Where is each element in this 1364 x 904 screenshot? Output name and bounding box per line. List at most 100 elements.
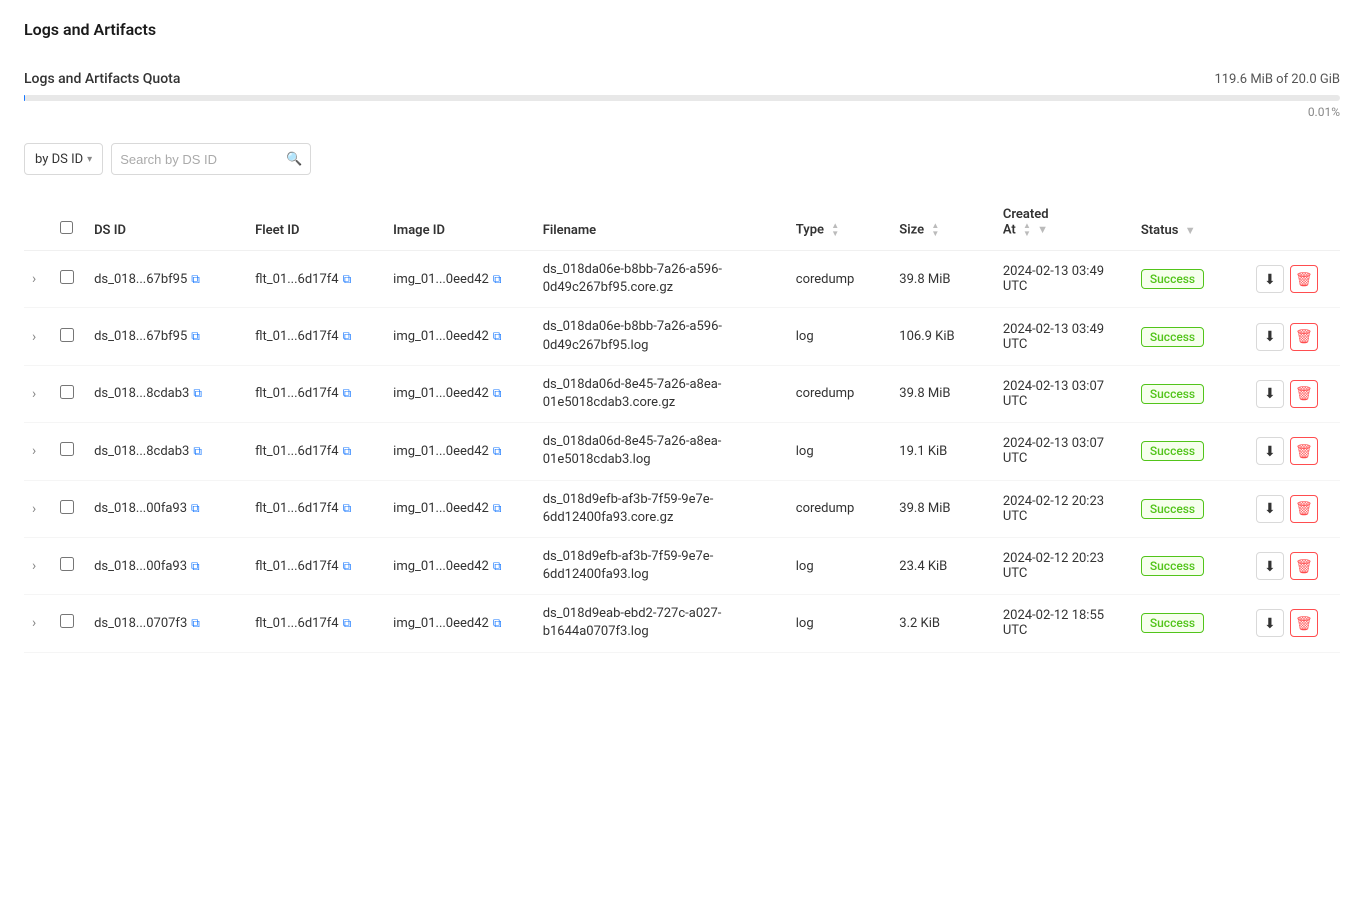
- dsid-value: ds_018...67bf95: [94, 272, 187, 287]
- dsid-external-link-icon[interactable]: ⧉: [191, 616, 200, 631]
- delete-button[interactable]: 🗑: [1290, 380, 1318, 408]
- th-dsid: DS ID: [86, 195, 247, 251]
- download-button[interactable]: ⬇: [1256, 265, 1284, 293]
- download-button[interactable]: ⬇: [1256, 380, 1284, 408]
- size-value: 3.2 KiB: [899, 616, 940, 631]
- imageid-external-link-icon[interactable]: ⧉: [493, 501, 502, 516]
- delete-button[interactable]: 🗑: [1290, 437, 1318, 465]
- row-expander[interactable]: ›: [24, 480, 52, 537]
- row-expander[interactable]: ›: [24, 308, 52, 365]
- dsid-external-link-icon[interactable]: ⧉: [191, 329, 200, 344]
- row-expander[interactable]: ›: [24, 537, 52, 594]
- delete-button[interactable]: 🗑: [1290, 609, 1318, 637]
- row-type: log: [788, 595, 892, 652]
- table-row: › ds_018...67bf95 ⧉ flt_01...6d17f4 ⧉ im…: [24, 251, 1340, 308]
- download-button[interactable]: ⬇: [1256, 609, 1284, 637]
- filename-value: ds_018da06d-8e45-7a26-a8ea-01e5018cdab3.…: [543, 434, 722, 467]
- status-filter-icon[interactable]: ▼: [1185, 224, 1196, 237]
- delete-button[interactable]: 🗑: [1290, 323, 1318, 351]
- created-filter-icon[interactable]: ▼: [1037, 223, 1048, 236]
- fleetid-external-link-icon[interactable]: ⧉: [343, 559, 352, 574]
- row-checkbox-cell: [52, 423, 87, 480]
- download-button[interactable]: ⬇: [1256, 552, 1284, 580]
- row-checkbox[interactable]: [60, 442, 74, 456]
- delete-button[interactable]: 🗑: [1290, 552, 1318, 580]
- imageid-external-link-icon[interactable]: ⧉: [493, 329, 502, 344]
- row-status: Success: [1133, 308, 1248, 365]
- row-expander[interactable]: ›: [24, 595, 52, 652]
- download-button[interactable]: ⬇: [1256, 437, 1284, 465]
- row-status: Success: [1133, 423, 1248, 480]
- fleetid-external-link-icon[interactable]: ⧉: [343, 616, 352, 631]
- filename-value: ds_018d9efb-af3b-7f59-9e7e-6dd12400fa93.…: [543, 492, 714, 525]
- filename-value: ds_018d9efb-af3b-7f59-9e7e-6dd12400fa93.…: [543, 549, 714, 582]
- th-expand: [24, 195, 52, 251]
- row-dsid: ds_018...00fa93 ⧉: [86, 537, 247, 594]
- imageid-external-link-icon[interactable]: ⧉: [493, 386, 502, 401]
- imageid-external-link-icon[interactable]: ⧉: [493, 559, 502, 574]
- row-expander[interactable]: ›: [24, 251, 52, 308]
- row-filename: ds_018d9efb-af3b-7f59-9e7e-6dd12400fa93.…: [535, 537, 788, 594]
- row-checkbox-cell: [52, 595, 87, 652]
- dsid-external-link-icon[interactable]: ⧉: [191, 559, 200, 574]
- row-actions: ⬇ 🗑: [1248, 537, 1340, 594]
- ds-id-filter-dropdown[interactable]: by DS ID ▾: [24, 143, 103, 175]
- search-input[interactable]: [120, 152, 280, 167]
- row-status: Success: [1133, 480, 1248, 537]
- row-checkbox[interactable]: [60, 385, 74, 399]
- row-created: 2024-02-13 03:49 UTC: [995, 251, 1133, 308]
- imageid-external-link-icon[interactable]: ⧉: [493, 444, 502, 459]
- fleetid-value: flt_01...6d17f4: [255, 272, 338, 287]
- imageid-value: img_01...0eed42: [393, 444, 489, 459]
- imageid-external-link-icon[interactable]: ⧉: [493, 616, 502, 631]
- table-row: › ds_018...8cdab3 ⧉ flt_01...6d17f4 ⧉ im…: [24, 423, 1340, 480]
- delete-button[interactable]: 🗑: [1290, 495, 1318, 523]
- row-fleetid: flt_01...6d17f4 ⧉: [247, 308, 385, 365]
- created-value: 2024-02-13 03:07 UTC: [1003, 436, 1104, 466]
- dsid-external-link-icon[interactable]: ⧉: [193, 444, 202, 459]
- row-checkbox[interactable]: [60, 557, 74, 571]
- fleetid-external-link-icon[interactable]: ⧉: [343, 329, 352, 344]
- table-row: › ds_018...00fa93 ⧉ flt_01...6d17f4 ⧉ im…: [24, 537, 1340, 594]
- dsid-external-link-icon[interactable]: ⧉: [193, 386, 202, 401]
- status-badge: Success: [1141, 384, 1204, 404]
- imageid-external-link-icon[interactable]: ⧉: [493, 272, 502, 287]
- th-actions: [1248, 195, 1340, 251]
- th-status: Status ▼: [1133, 195, 1248, 251]
- row-created: 2024-02-12 20:23 UTC: [995, 480, 1133, 537]
- download-button[interactable]: ⬇: [1256, 495, 1284, 523]
- row-checkbox-cell: [52, 251, 87, 308]
- fleetid-external-link-icon[interactable]: ⧉: [343, 444, 352, 459]
- dsid-external-link-icon[interactable]: ⧉: [191, 272, 200, 287]
- created-value: 2024-02-13 03:49 UTC: [1003, 322, 1104, 352]
- download-button[interactable]: ⬇: [1256, 323, 1284, 351]
- dsid-value: ds_018...00fa93: [94, 501, 187, 516]
- row-expander[interactable]: ›: [24, 423, 52, 480]
- th-type[interactable]: Type ▲ ▼: [788, 195, 892, 251]
- th-size[interactable]: Size ▲ ▼: [891, 195, 995, 251]
- delete-button[interactable]: 🗑: [1290, 265, 1318, 293]
- row-type: log: [788, 537, 892, 594]
- row-fleetid: flt_01...6d17f4 ⧉: [247, 251, 385, 308]
- fleetid-external-link-icon[interactable]: ⧉: [343, 501, 352, 516]
- row-checkbox[interactable]: [60, 270, 74, 284]
- row-status: Success: [1133, 251, 1248, 308]
- row-checkbox[interactable]: [60, 328, 74, 342]
- fleetid-external-link-icon[interactable]: ⧉: [343, 386, 352, 401]
- type-value: log: [796, 616, 814, 631]
- select-all-checkbox[interactable]: [60, 221, 73, 234]
- fleetid-external-link-icon[interactable]: ⧉: [343, 272, 352, 287]
- row-checkbox[interactable]: [60, 614, 74, 628]
- dsid-external-link-icon[interactable]: ⧉: [191, 501, 200, 516]
- row-filename: ds_018d9efb-af3b-7f59-9e7e-6dd12400fa93.…: [535, 480, 788, 537]
- row-imageid: img_01...0eed42 ⧉: [385, 423, 535, 480]
- dsid-value: ds_018...67bf95: [94, 329, 187, 344]
- th-created[interactable]: CreatedAt ▲ ▼ ▼: [995, 195, 1133, 251]
- row-size: 39.8 MiB: [891, 365, 995, 422]
- row-type: coredump: [788, 365, 892, 422]
- row-checkbox[interactable]: [60, 500, 74, 514]
- th-imageid: Image ID: [385, 195, 535, 251]
- fleetid-value: flt_01...6d17f4: [255, 444, 338, 459]
- filename-value: ds_018da06d-8e45-7a26-a8ea-01e5018cdab3.…: [543, 377, 722, 410]
- row-expander[interactable]: ›: [24, 365, 52, 422]
